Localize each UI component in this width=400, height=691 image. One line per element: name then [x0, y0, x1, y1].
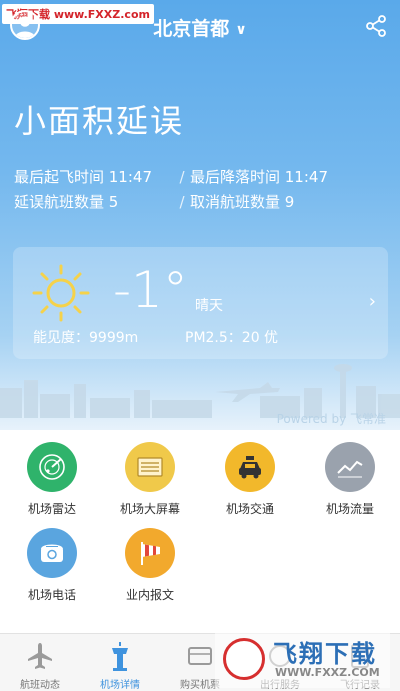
- powered-by: Powered by 飞常准: [276, 412, 386, 426]
- last-landing-time: 最后降落时间 11:47: [190, 168, 328, 186]
- airport-hero: 飞翔下载 www.FXXZ.com 北京首都 ∨ 小面积延误 最后起飞时间 11:…: [0, 0, 400, 430]
- phone-icon: [27, 528, 77, 578]
- radar-icon: [27, 442, 77, 492]
- tab-label: 机场详情: [100, 680, 140, 691]
- taxi-icon: [225, 442, 275, 492]
- service-transport[interactable]: 机场交通: [200, 442, 300, 517]
- last-takeoff-time: 最后起飞时间 11:47: [14, 168, 152, 186]
- weather-condition: 晴天: [195, 298, 223, 314]
- visibility: 能见度：9999m: [33, 330, 139, 346]
- service-label: 机场大屏幕: [119, 502, 180, 516]
- tab-label: 航班动态: [20, 680, 60, 691]
- delayed-flight-count: 延误航班数量 5: [14, 193, 119, 211]
- watermark-logo-icon: [223, 638, 265, 680]
- chevron-down-icon: ∨: [235, 21, 247, 38]
- service-traffic-flow[interactable]: 机场流量: [300, 442, 400, 517]
- temperature: -1°: [113, 261, 188, 319]
- flight-stats: 最后起飞时间 11:47 / 最后降落时间 11:47 延误航班数量 5 / 取…: [14, 164, 394, 214]
- flow-chart-icon: [325, 442, 375, 492]
- service-radar[interactable]: 机场雷达: [2, 442, 102, 517]
- service-industry-messages[interactable]: 业内报文: [100, 528, 200, 603]
- share-icon[interactable]: [364, 14, 388, 38]
- stats-separator: /: [179, 167, 185, 186]
- service-label: 机场雷达: [27, 502, 76, 516]
- cancelled-flight-count: 取消航班数量 9: [190, 193, 295, 211]
- chevron-right-icon: ›: [368, 291, 376, 312]
- service-label: 业内报文: [125, 588, 174, 602]
- watermark-bottom: 飞翔下载 WWW.FXXZ.COM: [215, 630, 390, 688]
- airport-skyline-illustration: [0, 364, 400, 418]
- stats-separator: /: [179, 192, 185, 211]
- sun-icon: [32, 264, 90, 322]
- ticket-icon: [188, 647, 212, 665]
- weather-card[interactable]: -1° 晴天 › 能见度：9999m PM2.5：20 优: [13, 247, 388, 359]
- tab-airport-details[interactable]: 机场详情: [80, 634, 160, 691]
- airport-title: 北京首都: [153, 18, 230, 40]
- service-label: 机场流量: [325, 502, 374, 516]
- windsock-icon: [125, 528, 175, 578]
- service-big-screen[interactable]: 机场大屏幕: [100, 442, 200, 517]
- service-label: 机场交通: [225, 502, 274, 516]
- airport-selector[interactable]: 北京首都 ∨: [0, 14, 400, 41]
- watermark-url: WWW.FXXZ.COM: [275, 666, 380, 679]
- pm25-reading: PM2.5：20 优: [185, 330, 279, 346]
- watermark-title: 飞翔下载: [273, 640, 377, 668]
- tower-icon: [112, 642, 128, 671]
- tab-flight-status[interactable]: 航班动态: [0, 634, 80, 691]
- service-label: 机场电话: [27, 588, 76, 602]
- delay-status: 小面积延误: [14, 102, 185, 140]
- plane-icon: [28, 643, 52, 669]
- screen-icon: [125, 442, 175, 492]
- service-phone[interactable]: 机场电话: [2, 528, 102, 603]
